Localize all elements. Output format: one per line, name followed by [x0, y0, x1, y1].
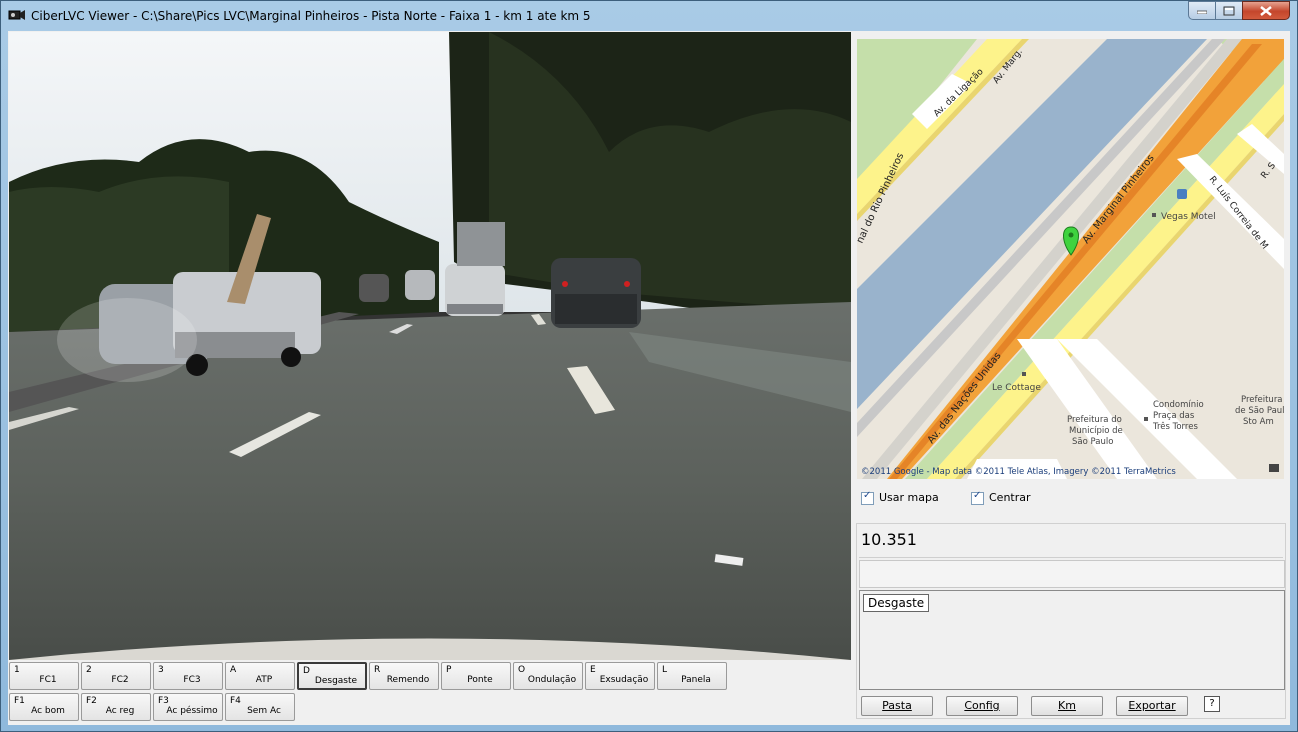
fkey-ac-pessimo[interactable]: F3 Ac péssimo	[153, 693, 223, 721]
fkey-fc1[interactable]: 1 FC1	[9, 662, 79, 690]
fkey-label: Sem Ac	[247, 706, 281, 716]
fkey-shortcut: P	[446, 665, 452, 675]
fkey-label: FC3	[183, 675, 201, 685]
km-value: 10.351	[861, 530, 917, 549]
fkey-shortcut: F2	[86, 696, 97, 706]
fkey-label: Ac reg	[105, 706, 135, 716]
fkey-label: Ondulação	[527, 675, 577, 685]
tag-list[interactable]: Desgaste	[859, 590, 1285, 690]
config-button[interactable]: Config	[946, 696, 1018, 716]
map-scale-icon	[1269, 464, 1279, 472]
map-label-pref2: de São Paul	[1235, 406, 1284, 416]
fkey-shortcut: 3	[158, 665, 164, 675]
tag-desgaste[interactable]: Desgaste	[863, 594, 930, 612]
fkey-sem-ac[interactable]: F4 Sem Ac	[225, 693, 295, 721]
fkey-remendo[interactable]: R Remendo	[369, 662, 439, 690]
map-attribution: ©2011 Google - Map data ©2011 Tele Atlas…	[861, 467, 1176, 477]
fkey-label: Ac péssimo	[166, 706, 218, 716]
fkey-label: FC2	[111, 675, 129, 685]
status-field[interactable]	[859, 560, 1285, 588]
divider	[859, 557, 1283, 558]
fkey-desgaste[interactable]: D Desgaste	[297, 662, 367, 690]
fkey-shortcut: F1	[14, 696, 25, 706]
app-window: CiberLVC Viewer - C:\Share\Pics LVC\Marg…	[0, 0, 1298, 732]
map-label-cond: Condomínio	[1153, 400, 1204, 410]
map-label-pref1: São Paulo	[1072, 437, 1113, 447]
fkey-fc3[interactable]: 3 FC3	[153, 662, 223, 690]
centrar-checkbox[interactable]: Centrar	[971, 490, 1031, 505]
fkey-shortcut: O	[518, 665, 526, 675]
info-panel: 10.351 Desgaste Pasta Config Km Exportar…	[856, 523, 1286, 719]
title-bar[interactable]: CiberLVC Viewer - C:\Share\Pics LVC\Marg…	[1, 1, 1297, 31]
fkey-ac-reg[interactable]: F2 Ac reg	[81, 693, 151, 721]
road-photo	[9, 32, 851, 660]
map-label-pref2: Prefeitura do	[1241, 395, 1284, 405]
map-label-cond: Três Torres	[1152, 421, 1198, 432]
map-label-pref2: Sto Am	[1243, 417, 1274, 427]
fkey-shortcut: R	[374, 665, 381, 675]
centrar-label: Centrar	[989, 491, 1031, 504]
fkey-shortcut: D	[303, 666, 310, 676]
fkey-shortcut: E	[590, 665, 596, 675]
fkey-label: Ac bom	[31, 706, 65, 716]
minimize-icon	[1197, 10, 1207, 14]
map-label-vegas: Vegas Motel	[1161, 212, 1216, 222]
fkey-ondulacao[interactable]: O Ondulação	[513, 662, 583, 690]
fkey-fc2[interactable]: 2 FC2	[81, 662, 151, 690]
fkey-label: Exsudação	[599, 675, 649, 685]
client-area: 1 FC1 2 FC2 3 FC3 A ATP D Desgaste R Remendo P…	[8, 31, 1290, 725]
map-label-cond: Praça das	[1153, 411, 1195, 421]
map-label-cottage: Le Cottage	[992, 383, 1041, 393]
camera-icon	[8, 10, 25, 20]
usar-mapa-checkbox[interactable]: Usar mapa	[861, 490, 939, 505]
fkey-shortcut: L	[662, 665, 668, 675]
fkey-shortcut: 1	[14, 665, 20, 675]
map-label-pref1: Município de	[1069, 426, 1123, 436]
fkey-label: Desgaste	[314, 676, 358, 686]
pasta-button[interactable]: Pasta	[861, 696, 933, 716]
map-label-pref1: Prefeitura do	[1067, 415, 1122, 425]
shortcut-buttons: 1 FC1 2 FC2 3 FC3 A ATP D Desgaste R Remendo P…	[8, 662, 853, 724]
fkey-shortcut: 2	[86, 665, 92, 675]
km-button[interactable]: Km	[1031, 696, 1103, 716]
close-button[interactable]	[1242, 1, 1290, 20]
fkey-label: Panela	[681, 675, 711, 685]
fkey-label: Ponte	[467, 675, 493, 685]
fkey-label: ATP	[255, 675, 273, 685]
minimize-button[interactable]	[1188, 1, 1216, 20]
close-icon	[1260, 5, 1272, 16]
checkbox-checked-icon[interactable]	[971, 490, 984, 505]
fkey-ac-bom[interactable]: F1 Ac bom	[9, 693, 79, 721]
fkey-exsudacao[interactable]: E Exsudação	[585, 662, 655, 690]
fkey-ponte[interactable]: P Ponte	[441, 662, 511, 690]
maximize-button[interactable]	[1215, 1, 1243, 20]
fkey-atp[interactable]: A ATP	[225, 662, 295, 690]
help-button[interactable]: ?	[1204, 696, 1220, 712]
fkey-shortcut: F4	[230, 696, 241, 706]
fkey-panela[interactable]: L Panela	[657, 662, 727, 690]
fkey-label: FC1	[39, 675, 57, 685]
checkbox-checked-icon[interactable]	[861, 490, 874, 505]
fkey-shortcut: F3	[158, 696, 169, 706]
fkey-shortcut: A	[230, 665, 237, 675]
fkey-label: Remendo	[386, 675, 430, 685]
usar-mapa-label: Usar mapa	[879, 491, 939, 504]
side-panel: Av. Marginal Pinheiros Av. das Nações Un…	[851, 31, 1290, 725]
bus-stop-icon	[1177, 189, 1187, 199]
exportar-button[interactable]: Exportar	[1116, 696, 1188, 716]
window-title: CiberLVC Viewer - C:\Share\Pics LVC\Marg…	[31, 9, 591, 23]
map-view[interactable]: Av. Marginal Pinheiros Av. das Nações Un…	[857, 39, 1284, 479]
maximize-icon	[1223, 6, 1235, 15]
